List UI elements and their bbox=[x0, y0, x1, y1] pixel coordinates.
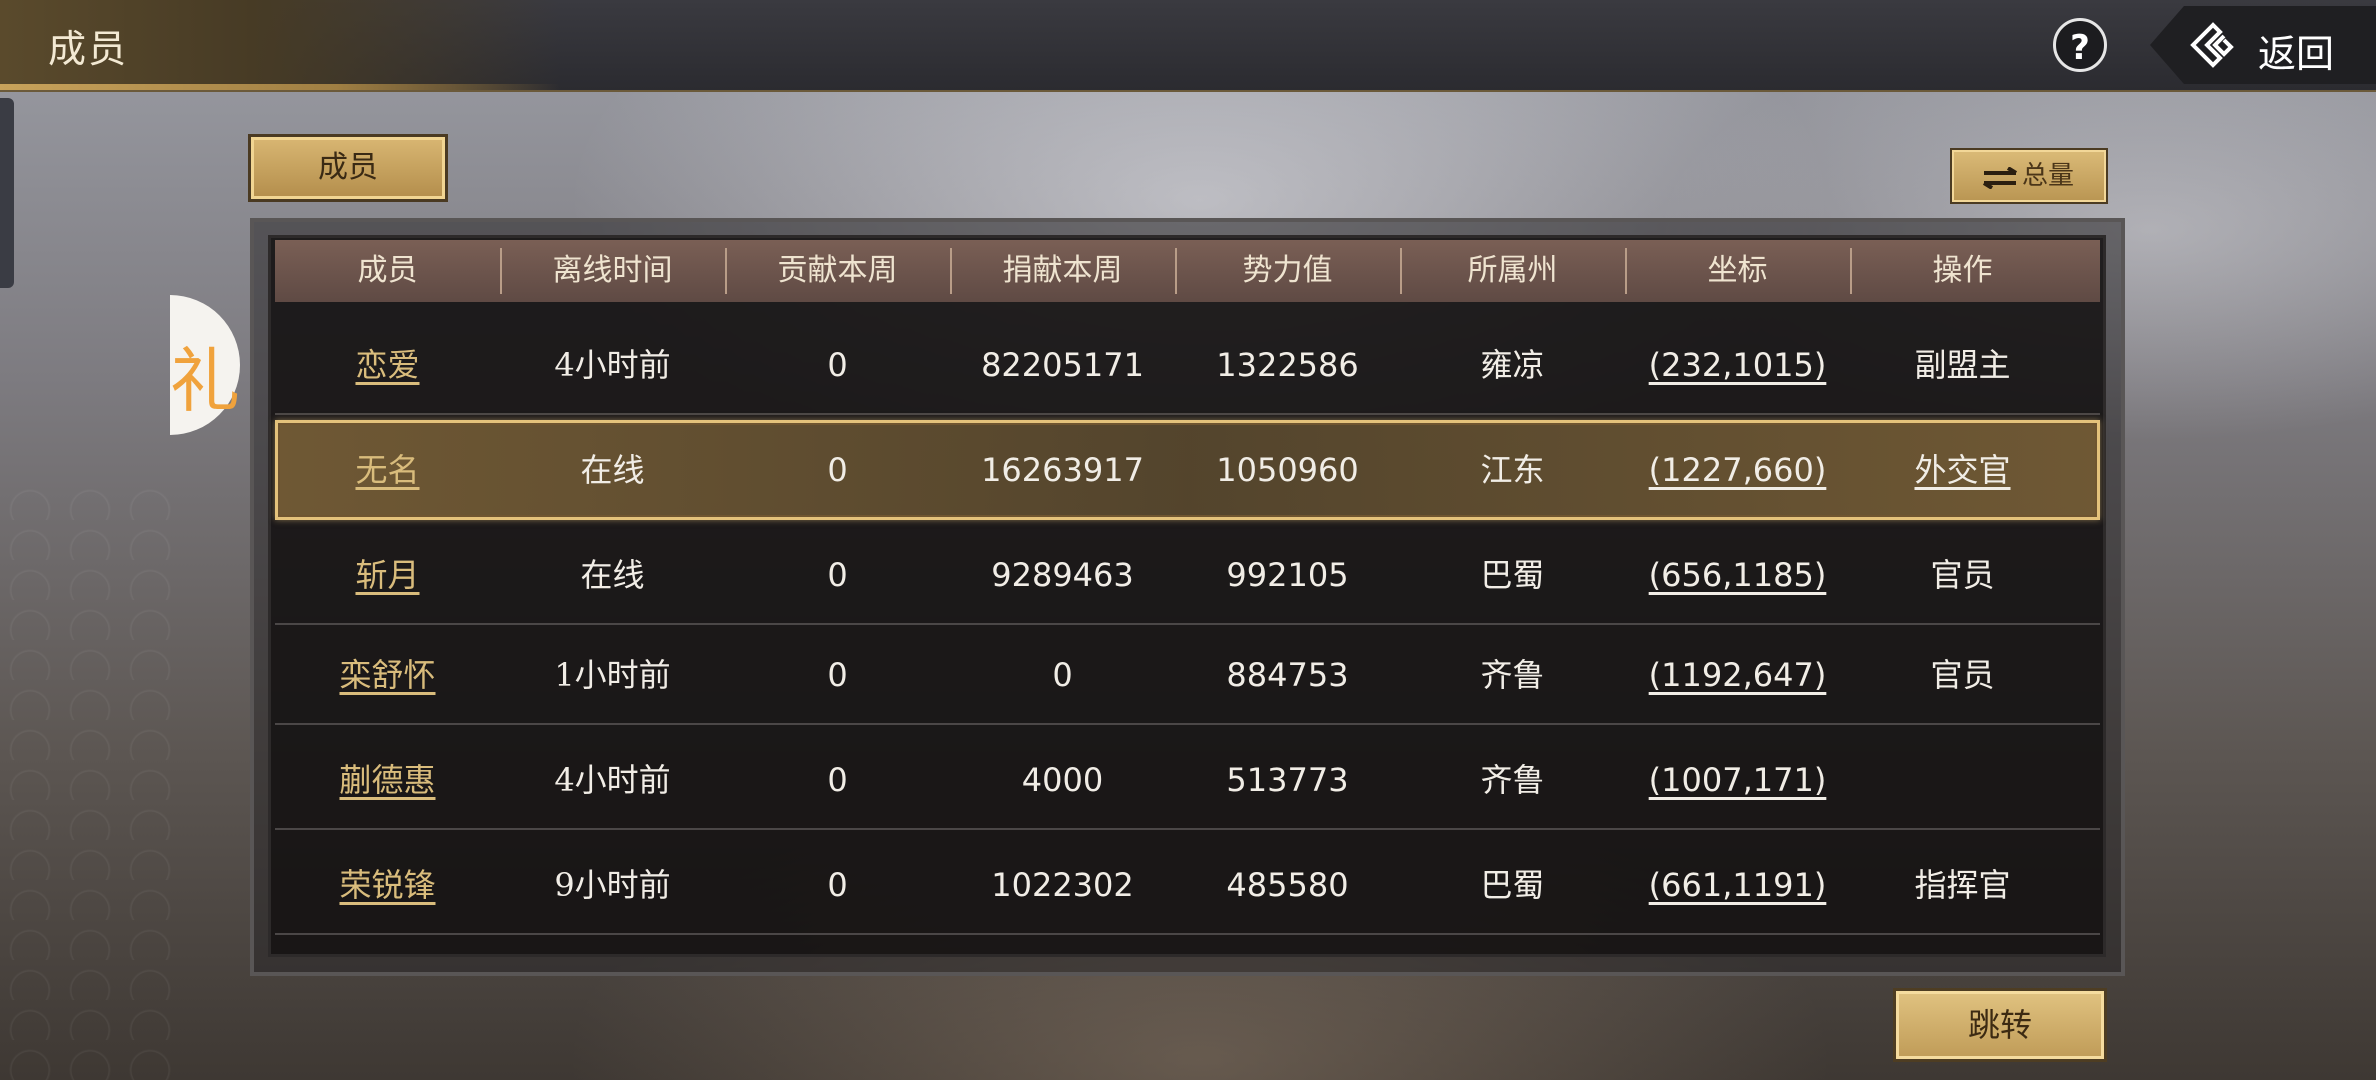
state-name: 巴蜀 bbox=[1480, 866, 1545, 904]
offline-time: 在线 bbox=[580, 451, 645, 489]
coordinates-link[interactable]: (656,1185) bbox=[1625, 525, 1850, 625]
back-button[interactable]: 返回 bbox=[2150, 6, 2376, 84]
column-header-offline-time[interactable]: 离线时间 bbox=[500, 240, 725, 302]
state-name: 齐鲁 bbox=[1480, 656, 1545, 694]
table-row[interactable]: 荣锐锋 9小时前 0 1022302 485580 巴蜀 (661,1191) … bbox=[275, 835, 2100, 935]
total-button[interactable]: 总量 bbox=[1950, 148, 2108, 204]
member-name-link[interactable]: 斩月 bbox=[275, 525, 500, 625]
state-name: 雍凉 bbox=[1480, 346, 1545, 384]
side-drawer-handle[interactable] bbox=[0, 98, 14, 288]
coordinates-link[interactable]: (661,1191) bbox=[1625, 835, 1850, 935]
power-value: 1050960 bbox=[1216, 451, 1359, 489]
column-header-state[interactable]: 所属州 bbox=[1400, 240, 1625, 302]
offline-time: 在线 bbox=[580, 556, 645, 594]
weekly-contribution: 0 bbox=[827, 761, 848, 799]
offline-time: 9小时前 bbox=[554, 866, 671, 904]
member-role: 副盟主 bbox=[1914, 346, 2011, 384]
background-wave-pattern bbox=[0, 480, 180, 1080]
state-name: 巴蜀 bbox=[1480, 556, 1545, 594]
column-header-coordinates[interactable]: 坐标 bbox=[1625, 240, 1850, 302]
back-arrow-icon bbox=[2190, 22, 2234, 68]
weekly-donation: 1022302 bbox=[991, 866, 1134, 904]
column-header-member[interactable]: 成员 bbox=[275, 240, 500, 302]
power-value: 513773 bbox=[1226, 761, 1349, 799]
coordinates-link[interactable]: (1227,660) bbox=[1625, 420, 1850, 520]
back-label: 返回 bbox=[2258, 32, 2335, 76]
weekly-contribution: 0 bbox=[827, 346, 848, 384]
swap-icon bbox=[1982, 167, 2018, 189]
offline-time: 4小时前 bbox=[554, 346, 671, 384]
gift-icon: 礼 bbox=[170, 340, 240, 422]
table-row[interactable]: 斩月 在线 0 9289463 992105 巴蜀 (656,1185) 官员 bbox=[275, 525, 2100, 625]
column-header-weekly-donation[interactable]: 捐献本周 bbox=[950, 240, 1175, 302]
coordinates-link[interactable]: (1192,647) bbox=[1625, 625, 1850, 725]
state-name: 齐鲁 bbox=[1480, 761, 1545, 799]
column-header-weekly-contribution[interactable]: 贡献本周 bbox=[725, 240, 950, 302]
member-role: 官员 bbox=[1930, 556, 1995, 594]
offline-time: 4小时前 bbox=[554, 761, 671, 799]
member-name-link[interactable]: 无名 bbox=[275, 420, 500, 520]
offline-time: 1小时前 bbox=[554, 656, 671, 694]
member-name-link[interactable]: 蒯德惠 bbox=[275, 730, 500, 830]
weekly-contribution: 0 bbox=[827, 656, 848, 694]
page-title: 成员 bbox=[48, 27, 129, 71]
weekly-contribution: 0 bbox=[827, 866, 848, 904]
weekly-contribution: 0 bbox=[827, 556, 848, 594]
weekly-donation: 16263917 bbox=[981, 451, 1144, 489]
member-name-link[interactable]: 恋爱 bbox=[275, 315, 500, 415]
power-value: 992105 bbox=[1226, 556, 1349, 594]
weekly-donation: 82205171 bbox=[981, 346, 1144, 384]
power-value: 485580 bbox=[1226, 866, 1349, 904]
weekly-donation: 9289463 bbox=[991, 556, 1134, 594]
table-row-selected[interactable]: 无名 在线 0 16263917 1050960 江东 (1227,660) 外… bbox=[275, 420, 2100, 520]
table-header: 成员 离线时间 贡献本周 捐献本周 势力值 所属州 坐标 操作 bbox=[275, 240, 2100, 302]
column-header-actions[interactable]: 操作 bbox=[1850, 240, 2075, 302]
gift-badge[interactable]: 礼 bbox=[170, 295, 240, 435]
tab-members[interactable]: 成员 bbox=[248, 134, 448, 202]
weekly-donation: 0 bbox=[1052, 656, 1073, 694]
member-name-link[interactable]: 栾舒怀 bbox=[275, 625, 500, 725]
total-label: 总量 bbox=[2022, 161, 2075, 191]
power-value: 1322586 bbox=[1216, 346, 1359, 384]
coordinates-link[interactable]: (232,1015) bbox=[1625, 315, 1850, 415]
power-value: 884753 bbox=[1226, 656, 1349, 694]
weekly-donation: 4000 bbox=[1021, 761, 1104, 799]
coordinates-link[interactable]: (1007,171) bbox=[1625, 730, 1850, 830]
member-name-link[interactable]: 荣锐锋 bbox=[275, 835, 500, 935]
table-row[interactable]: 恋爱 4小时前 0 82205171 1322586 雍凉 (232,1015)… bbox=[275, 315, 2100, 415]
table-row[interactable]: 栾舒怀 1小时前 0 0 884753 齐鲁 (1192,647) 官员 bbox=[275, 625, 2100, 725]
member-role-link[interactable]: 外交官 bbox=[1850, 420, 2075, 520]
top-bar: 成员 ? 返回 bbox=[0, 0, 2376, 92]
jump-button[interactable]: 跳转 bbox=[1893, 988, 2107, 1062]
help-button[interactable]: ? bbox=[2053, 18, 2107, 72]
weekly-contribution: 0 bbox=[827, 451, 848, 489]
column-header-power[interactable]: 势力值 bbox=[1175, 240, 1400, 302]
member-role bbox=[1850, 730, 2075, 830]
member-role: 指挥官 bbox=[1914, 866, 2011, 904]
state-name: 江东 bbox=[1480, 451, 1545, 489]
table-row[interactable]: 蒯德惠 4小时前 0 4000 513773 齐鲁 (1007,171) bbox=[275, 730, 2100, 830]
member-role: 官员 bbox=[1930, 656, 1995, 694]
